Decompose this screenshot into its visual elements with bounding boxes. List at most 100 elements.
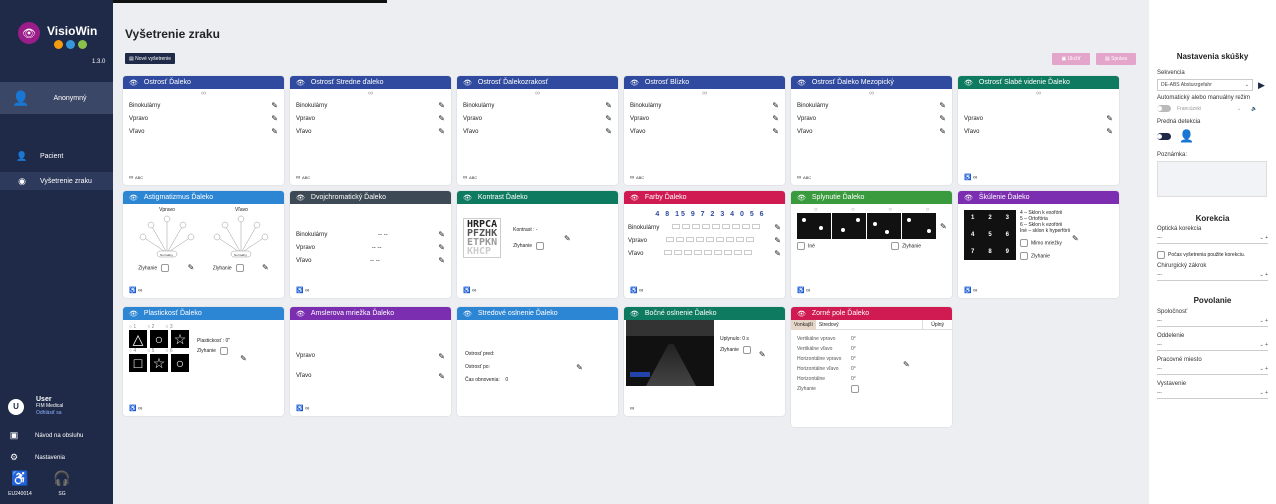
pencil-icon[interactable]: ✎ bbox=[271, 101, 278, 110]
pencil-icon[interactable]: ✎ bbox=[438, 230, 445, 239]
exposure-select[interactable]: --- ⌄ + bbox=[1157, 387, 1268, 399]
pencil-icon[interactable]: ✎ bbox=[940, 222, 947, 231]
pencil-icon[interactable]: ✎ bbox=[564, 234, 571, 243]
pencil-icon[interactable]: ✎ bbox=[438, 256, 445, 265]
wheelchair-icon[interactable]: ♿ bbox=[129, 406, 136, 412]
card-low-vision[interactable]: 👁 Ostrosť Slabé videnie Ďaleko ∞ Vpravo ✎ … bbox=[958, 76, 1119, 185]
pencil-icon[interactable]: ✎ bbox=[1106, 127, 1113, 136]
save-button[interactable]: ▣ Uložiť bbox=[1052, 53, 1090, 65]
card-acuity-intermediate[interactable]: 👁 Ostrosť Stredne ďaleko ∞ Binokulárny ✎ V… bbox=[290, 76, 451, 185]
fail-checkbox[interactable] bbox=[219, 346, 228, 355]
pencil-icon[interactable]: ✎ bbox=[772, 114, 779, 123]
glasses-icon[interactable]: ∞ bbox=[806, 288, 810, 294]
fail-checkbox[interactable] bbox=[536, 241, 545, 250]
play-icon[interactable]: ▶ bbox=[1258, 80, 1265, 91]
glasses-icon[interactable]: ∞ bbox=[138, 288, 142, 294]
pencil-icon[interactable]: ✎ bbox=[939, 114, 946, 123]
pencil-icon[interactable]: ✎ bbox=[939, 101, 946, 110]
wheelchair-icon[interactable]: ♿ bbox=[964, 288, 971, 294]
sequence-select[interactable]: DE-ABS Absturzgefahr ⌄ bbox=[1157, 79, 1253, 91]
glasses-icon[interactable]: ∞ bbox=[138, 406, 142, 412]
glasses-icon[interactable]: ∞ bbox=[463, 175, 467, 181]
pencil-icon[interactable]: ✎ bbox=[903, 360, 910, 394]
front-detection-toggle[interactable] bbox=[1157, 132, 1171, 140]
card-contrast[interactable]: 👁 Kontrast Ďaleko HRPCA PFZHK ETPKN KHCP … bbox=[457, 191, 618, 298]
wheelchair-icon[interactable]: ♿ bbox=[964, 175, 971, 181]
pencil-icon[interactable]: ✎ bbox=[438, 243, 445, 252]
fail-checkbox[interactable] bbox=[235, 263, 244, 272]
fail-checkbox[interactable] bbox=[161, 263, 170, 272]
mode-toggle[interactable] bbox=[1157, 105, 1171, 112]
fail-checkbox[interactable] bbox=[1020, 252, 1028, 260]
optical-correction-select[interactable]: --- ⌄ + bbox=[1157, 232, 1268, 244]
wheelchair-icon[interactable]: ♿ bbox=[296, 406, 303, 412]
glasses-icon[interactable]: ∞ bbox=[305, 406, 309, 412]
card-acuity-far[interactable]: 👁 Ostrosť Ďaleko ∞ Binokulárny ✎ Vpravo ✎ V… bbox=[123, 76, 284, 185]
card-duochrome[interactable]: 👁 Dvojchromatický Ďaleko Binokulárny -- --… bbox=[290, 191, 451, 298]
report-button[interactable]: ▤ Správa bbox=[1096, 53, 1136, 65]
wheelchair-icon[interactable]: ♿ bbox=[296, 288, 303, 294]
surgery-select[interactable]: --- ⌄ + bbox=[1157, 269, 1268, 281]
use-correction-checkbox[interactable] bbox=[1157, 251, 1165, 259]
pencil-icon[interactable]: ✎ bbox=[438, 114, 445, 123]
pencil-icon[interactable]: ✎ bbox=[1072, 234, 1079, 260]
glasses-icon[interactable]: ∞ bbox=[797, 175, 801, 181]
card-acuity-hyperopia[interactable]: 👁 Ostrosť Ďalekozrakosť ∞ Binokulárny ✎ Vp… bbox=[457, 76, 618, 185]
card-stereopsis[interactable]: 👁 Plastickosť Ďaleko ○ 1 ○ 2 ○ 3 △ ○ ☆ ○ 4 ○ 5… bbox=[123, 307, 284, 416]
glasses-icon[interactable]: ∞ bbox=[129, 175, 133, 181]
pencil-icon[interactable]: ✎ bbox=[188, 263, 195, 272]
department-select[interactable]: --- ⌄ + bbox=[1157, 339, 1268, 351]
glasses-icon[interactable]: ∞ bbox=[472, 288, 476, 294]
settings-link[interactable]: ⚙ Nastavenia bbox=[8, 452, 65, 463]
pencil-icon[interactable]: ✎ bbox=[759, 350, 766, 386]
card-side-glare[interactable]: 👁 Bočné oslnenie Ďaleko Uplynulo: 0 s Zlyh… bbox=[624, 307, 785, 416]
card-colors[interactable]: 👁 Farby Ďaleko 4 8 15 9 7 2 3 4 0 5 6 Bin… bbox=[624, 191, 785, 298]
glasses-icon[interactable]: ∞ bbox=[973, 288, 977, 294]
tab-full[interactable]: Úplný bbox=[922, 319, 952, 330]
logout-link[interactable]: Odhlásiť sa bbox=[36, 410, 63, 417]
fail-checkbox[interactable] bbox=[851, 384, 859, 393]
card-visual-field[interactable]: 👁 Zorné pole Ďaleko Vonkajší Stredový Úpl… bbox=[791, 307, 952, 427]
wheelchair-icon[interactable]: ♿ bbox=[797, 288, 804, 294]
card-fusion[interactable]: 👁 Splynutie Ďaleko ○ ○ ○ ○ ✎ Iné Zlyhanie ♿ ∞ bbox=[791, 191, 952, 298]
pencil-icon[interactable]: ✎ bbox=[438, 127, 445, 136]
pencil-icon[interactable]: ✎ bbox=[605, 127, 612, 136]
pencil-icon[interactable]: ✎ bbox=[438, 352, 445, 361]
card-astigmatism[interactable]: 👁 Astigmatizmus Ďaleko Vpravo Vľavo Normál… bbox=[123, 191, 284, 298]
answer-cells[interactable] bbox=[665, 237, 756, 244]
pencil-icon[interactable]: ✎ bbox=[774, 249, 781, 258]
pencil-icon[interactable]: ✎ bbox=[271, 114, 278, 123]
pencil-icon[interactable]: ✎ bbox=[774, 223, 781, 232]
wheelchair-icon[interactable]: ♿ bbox=[129, 288, 136, 294]
pencil-icon[interactable]: ✎ bbox=[438, 101, 445, 110]
pencil-icon[interactable]: ✎ bbox=[240, 354, 247, 372]
glasses-icon[interactable]: ∞ bbox=[639, 288, 643, 294]
workplace-select[interactable]: --- ⌄ + bbox=[1157, 363, 1268, 375]
wheelchair-icon[interactable]: ♿ bbox=[630, 288, 637, 294]
pencil-icon[interactable]: ✎ bbox=[605, 114, 612, 123]
card-acuity-near[interactable]: 👁 Ostrosť Blízko ∞ Binokulárny ✎ Vpravo ✎ V… bbox=[624, 76, 785, 185]
pencil-icon[interactable]: ✎ bbox=[772, 127, 779, 136]
pencil-icon[interactable]: ✎ bbox=[1106, 114, 1113, 123]
card-strabismus[interactable]: 👁 Škúlenie Ďaleko 123456789 4 – Sklon k e… bbox=[958, 191, 1119, 298]
device-icon[interactable]: ♿ bbox=[5, 470, 35, 487]
other-checkbox[interactable] bbox=[797, 242, 805, 250]
glasses-icon[interactable]: ∞ bbox=[305, 288, 309, 294]
company-select[interactable]: --- ⌄ + bbox=[1157, 315, 1268, 327]
pencil-icon[interactable]: ✎ bbox=[262, 263, 269, 272]
manual-link[interactable]: ▣ Návod na obsluhu bbox=[8, 430, 84, 441]
out-of-grid-checkbox[interactable] bbox=[1020, 239, 1028, 247]
answer-cells[interactable] bbox=[671, 224, 762, 231]
card-amsler[interactable]: 👁 Amslerova mriežka Ďaleko Vpravo ✎ Vľavo ✎… bbox=[290, 307, 451, 416]
speaker-icon[interactable]: 🔈 bbox=[1251, 106, 1257, 112]
pencil-icon[interactable]: ✎ bbox=[939, 127, 946, 136]
astigmatism-dial-icon[interactable]: Normálny Normálny bbox=[129, 213, 279, 261]
pencil-icon[interactable]: ✎ bbox=[576, 363, 583, 372]
wheelchair-icon[interactable]: ♿ bbox=[463, 288, 470, 294]
tab-central[interactable]: Stredový bbox=[816, 320, 842, 330]
glasses-icon[interactable]: ∞ bbox=[630, 406, 634, 412]
pencil-icon[interactable]: ✎ bbox=[438, 372, 445, 381]
pencil-icon[interactable]: ✎ bbox=[271, 127, 278, 136]
card-acuity-mesopic[interactable]: 👁 Ostrosť Ďaleko Mezopický ∞ Binokulárny ✎… bbox=[791, 76, 952, 185]
nav-eye-exam[interactable]: ◉ Vyšetrenie zraku bbox=[0, 172, 113, 190]
